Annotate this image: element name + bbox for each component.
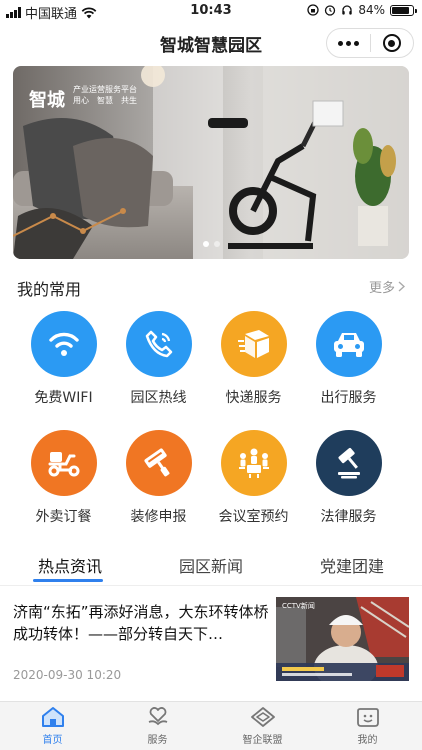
tab-hot-news[interactable]: 热点资讯: [0, 553, 140, 577]
tabbar-label: 首页: [42, 735, 63, 746]
carousel-dot-active[interactable]: [202, 241, 209, 247]
news-tabs: 热点资讯 园区新闻 党建团建: [0, 553, 422, 585]
service-label: 园区热线: [130, 390, 187, 406]
tabbar-profile[interactable]: 我的: [315, 706, 420, 746]
banner-carousel[interactable]: 智城 产业运营服务平台 用心 智慧 共生: [13, 66, 409, 259]
scooter-icon: [30, 430, 97, 496]
carousel-indicator: [13, 241, 409, 247]
news-title: 济南“东拓”再添好消息，大东环转体桥成功转体！——部分转自天下…: [13, 603, 269, 643]
more-options-button[interactable]: [327, 40, 370, 46]
paint-roller-icon: [125, 430, 192, 496]
service-legal[interactable]: 法律服务: [296, 430, 401, 526]
more-link[interactable]: 更多: [369, 277, 405, 296]
tab-park-news[interactable]: 园区新闻: [141, 553, 281, 577]
bottom-tab-bar: 首页 服务 智企联盟 我的: [0, 701, 422, 750]
status-bar: 中国联通 10:43 84%: [0, 0, 422, 22]
battery-level: [392, 6, 409, 14]
meeting-icon: [220, 430, 287, 496]
service-label: 装修申报: [130, 509, 187, 525]
news-item[interactable]: 济南“东拓”再添好消息，大东环转体桥成功转体！——部分转自天下… 2020-09…: [0, 597, 422, 690]
status-right: 84%: [307, 3, 417, 17]
tabbar-home[interactable]: 首页: [0, 706, 105, 746]
service-express[interactable]: 快递服务: [201, 311, 306, 407]
news-thumbnail-caption: CCTV新闻: [282, 602, 315, 610]
lock-rotation-icon: [307, 4, 319, 16]
news-thumbnail: CCTV新闻: [276, 597, 409, 681]
service-label: 免费WIFI: [34, 390, 93, 406]
package-icon: [220, 311, 287, 377]
diamond-icon: [250, 707, 275, 727]
tabbar-services[interactable]: 服务: [105, 706, 210, 746]
service-label: 快递服务: [225, 390, 282, 406]
car-icon: [315, 311, 382, 377]
battery-percent: 84%: [358, 3, 385, 17]
nav-bar: 智城智慧园区: [0, 22, 422, 62]
news-date: 2020-09-30 10:20: [13, 668, 122, 682]
service-label: 外卖订餐: [35, 509, 92, 525]
banner-tagline-sub: 用心 智慧 共生: [73, 96, 137, 105]
phone-icon: [125, 311, 192, 377]
tab-party-building[interactable]: 党建团建: [282, 553, 422, 577]
favorites-header: 我的常用 更多: [17, 276, 405, 299]
service-travel[interactable]: 出行服务: [296, 311, 401, 407]
alarm-icon: [325, 5, 336, 16]
chevron-right-icon: [398, 281, 405, 292]
banner-logo: 智城: [29, 90, 65, 111]
banner-tagline: 产业运营服务平台 用心 智慧 共生: [73, 84, 137, 106]
battery-icon: [390, 4, 417, 16]
service-meeting-room[interactable]: 会议室预约: [201, 430, 306, 526]
banner-tagline-main: 产业运营服务平台: [73, 85, 137, 94]
tabbar-label: 我的: [357, 735, 378, 746]
tabbar-label: 服务: [147, 735, 168, 746]
active-tab-indicator: [33, 579, 103, 582]
tabs-divider: [0, 585, 422, 586]
gavel-icon: [315, 430, 382, 496]
carousel-dot[interactable]: [213, 241, 220, 247]
service-label: 法律服务: [320, 509, 377, 525]
target-icon: [382, 34, 401, 52]
headphones-icon: [342, 5, 353, 15]
favorites-title: 我的常用: [17, 280, 82, 299]
home-icon: [41, 707, 64, 727]
mini-program-capsule: [326, 28, 414, 58]
more-link-label: 更多: [368, 281, 395, 296]
smile-face-icon: [356, 708, 379, 727]
service-free-wifi[interactable]: 免费WIFI: [11, 311, 116, 407]
tabbar-label: 智企联盟: [242, 735, 283, 746]
heart-hand-icon: [148, 707, 167, 726]
service-label: 出行服务: [320, 390, 377, 406]
service-renovation[interactable]: 装修申报: [106, 430, 211, 526]
service-food-delivery[interactable]: 外卖订餐: [11, 430, 116, 526]
wifi-icon: [30, 311, 97, 377]
tabbar-alliance[interactable]: 智企联盟: [210, 706, 315, 746]
service-park-hotline[interactable]: 园区热线: [106, 311, 211, 407]
close-mini-program-button[interactable]: [371, 34, 413, 52]
service-label: 会议室预约: [218, 509, 289, 525]
